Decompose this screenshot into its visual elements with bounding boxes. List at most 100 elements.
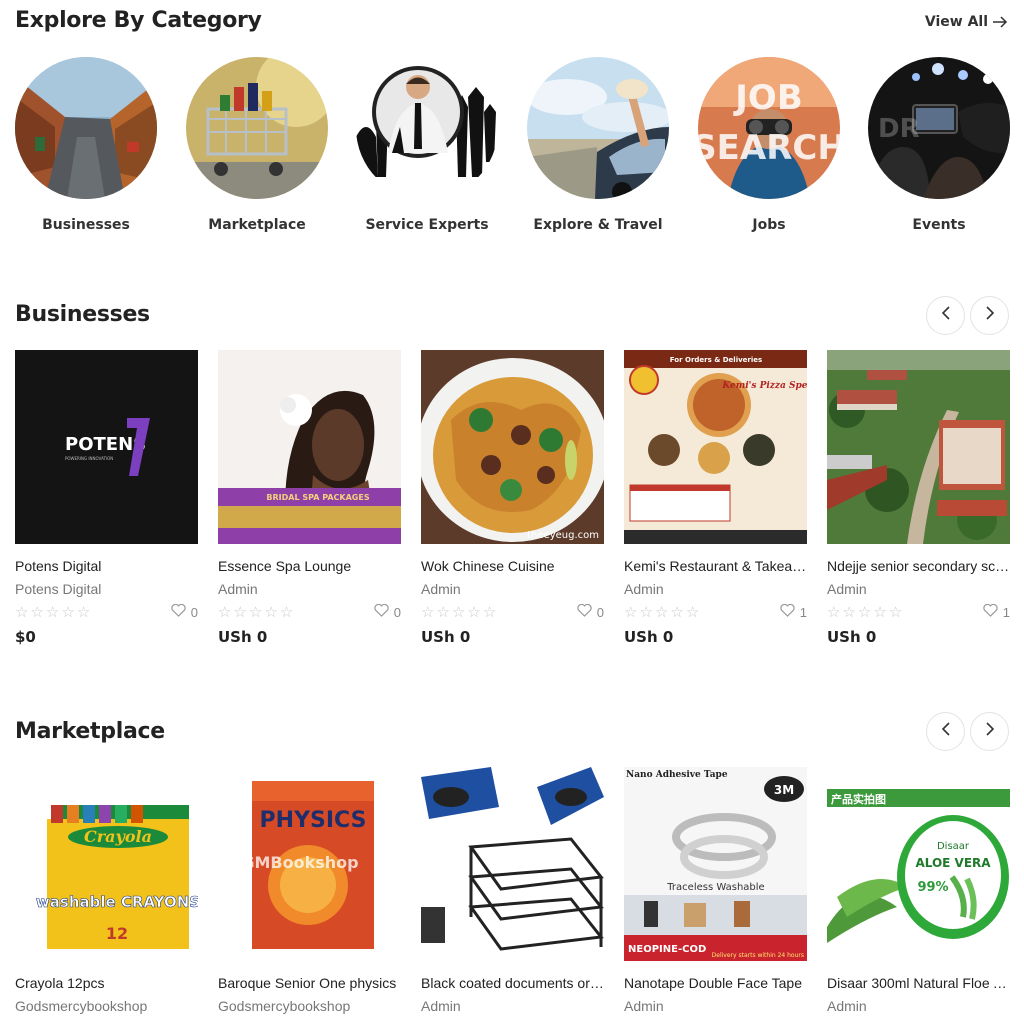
product-seller: Godsmercybookshop bbox=[218, 998, 351, 1014]
like-count: 1 bbox=[1002, 604, 1010, 620]
like-button[interactable]: 1 bbox=[983, 603, 1010, 620]
category-businesses[interactable]: Businesses bbox=[15, 57, 157, 233]
star-icon: ☆ bbox=[279, 602, 294, 621]
marketplace-prev-button[interactable] bbox=[926, 712, 965, 751]
star-icon: ☆ bbox=[827, 602, 841, 621]
category-image: DR bbox=[868, 57, 1010, 199]
star-icon: ☆ bbox=[639, 602, 653, 621]
chevron-right-icon bbox=[985, 306, 995, 325]
product-card: PHYSICS GMBookshop Baroque Senior One ph… bbox=[218, 767, 401, 1014]
star-icon: ☆ bbox=[233, 602, 247, 621]
svg-text:POWERING INNOVATION: POWERING INNOVATION bbox=[65, 456, 113, 461]
business-title[interactable]: Essence Spa Lounge bbox=[218, 558, 401, 574]
business-image[interactable] bbox=[827, 350, 1010, 544]
like-button[interactable]: 0 bbox=[374, 603, 401, 620]
category-service-experts[interactable]: Service Experts bbox=[356, 57, 498, 233]
category-label: Marketplace bbox=[208, 217, 306, 233]
business-image[interactable]: For Orders & Deliveries Kemi's Pizza Spe… bbox=[624, 350, 807, 544]
business-price: $0 bbox=[15, 628, 36, 646]
product-image[interactable]: 产品实拍图 Disaar ALOE VERA 99% bbox=[827, 767, 1010, 961]
like-button[interactable]: 0 bbox=[577, 603, 604, 620]
like-count: 0 bbox=[393, 604, 401, 620]
star-icon: ☆ bbox=[436, 602, 450, 621]
star-icon: ☆ bbox=[467, 602, 481, 621]
business-image[interactable]: POTENS POWERING INNOVATION bbox=[15, 350, 198, 544]
like-button[interactable]: 0 bbox=[171, 603, 198, 620]
rating-stars: ☆ ☆ ☆ ☆ ☆ bbox=[827, 602, 903, 621]
svg-text:DR: DR bbox=[878, 114, 920, 144]
product-card: Nano Adhesive Tape 3M Traceless Washable… bbox=[624, 767, 807, 1014]
star-icon: ☆ bbox=[451, 602, 466, 621]
businesses-prev-button[interactable] bbox=[926, 296, 965, 335]
business-card: theeyeug.com Wok Chinese Cuisine Admin ☆… bbox=[421, 350, 604, 646]
product-seller: Admin bbox=[827, 998, 867, 1014]
star-icon: ☆ bbox=[873, 602, 887, 621]
business-card: For Orders & Deliveries Kemi's Pizza Spe… bbox=[624, 350, 807, 646]
chevron-left-icon bbox=[941, 722, 951, 741]
business-author: Admin bbox=[421, 581, 461, 597]
star-icon: ☆ bbox=[15, 602, 29, 621]
product-image[interactable]: PHYSICS GMBookshop bbox=[218, 767, 401, 961]
star-icon: ☆ bbox=[482, 602, 497, 621]
like-button[interactable]: 1 bbox=[780, 603, 807, 620]
business-price: USh 0 bbox=[218, 628, 268, 646]
star-icon: ☆ bbox=[857, 602, 872, 621]
category-image bbox=[15, 57, 157, 199]
product-image[interactable] bbox=[421, 767, 604, 961]
category-jobs[interactable]: JOB SEARCH Jobs bbox=[698, 57, 840, 233]
heart-icon bbox=[374, 603, 389, 620]
star-icon: ☆ bbox=[842, 602, 856, 621]
business-author: Admin bbox=[827, 581, 867, 597]
star-icon: ☆ bbox=[30, 602, 44, 621]
marketplace-carousel-nav bbox=[926, 712, 1009, 751]
rating-stars: ☆ ☆ ☆ ☆ ☆ bbox=[421, 602, 497, 621]
chevron-left-icon bbox=[941, 306, 951, 325]
product-title[interactable]: Crayola 12pcs bbox=[15, 975, 198, 991]
view-all-link[interactable]: View All bbox=[925, 14, 1008, 30]
business-author: Admin bbox=[624, 581, 664, 597]
business-title[interactable]: Kemi's Restaurant & Takeaway bbox=[624, 558, 807, 574]
category-explore-travel[interactable]: Explore & Travel bbox=[527, 57, 669, 233]
product-image[interactable]: Crayola washable CRAYONS 12 bbox=[15, 767, 198, 961]
product-title[interactable]: Baroque Senior One physics bbox=[218, 975, 401, 991]
nanotape-footer-sub: Delivery starts within 24 hours bbox=[712, 952, 804, 959]
star-icon: ☆ bbox=[888, 602, 903, 621]
business-author: Admin bbox=[218, 581, 258, 597]
category-events[interactable]: DR Events bbox=[868, 57, 1010, 233]
category-label: Businesses bbox=[42, 217, 130, 233]
category-label: Events bbox=[912, 217, 966, 233]
product-image[interactable]: Nano Adhesive Tape 3M Traceless Washable… bbox=[624, 767, 807, 961]
star-icon: ☆ bbox=[670, 602, 684, 621]
category-image bbox=[527, 57, 669, 199]
product-title[interactable]: Black coated documents organizer bbox=[421, 975, 604, 991]
jobs-image-text-1: JOB bbox=[733, 78, 802, 118]
heart-icon bbox=[780, 603, 795, 620]
rating-stars: ☆ ☆ ☆ ☆ ☆ bbox=[15, 602, 91, 621]
business-title[interactable]: Ndejje senior secondary school bbox=[827, 558, 1010, 574]
like-count: 1 bbox=[799, 604, 807, 620]
business-image[interactable]: BRIDAL SPA PACKAGES bbox=[218, 350, 401, 544]
heart-icon bbox=[983, 603, 998, 620]
business-card: Ndejje senior secondary school Admin ☆ ☆ ☆… bbox=[827, 350, 1010, 646]
category-marketplace[interactable]: Marketplace bbox=[186, 57, 328, 233]
product-title[interactable]: Disaar 300ml Natural Floe Aloe Vera bbox=[827, 975, 1010, 991]
product-title[interactable]: Nanotape Double Face Tape bbox=[624, 975, 807, 991]
star-icon: ☆ bbox=[264, 602, 278, 621]
marketplace-next-button[interactable] bbox=[970, 712, 1009, 751]
product-card: Black coated documents organizer Admin bbox=[421, 767, 604, 1014]
business-price: USh 0 bbox=[421, 628, 471, 646]
category-image bbox=[356, 57, 498, 199]
category-list: Businesses Marketplace Service Experts E… bbox=[15, 57, 1010, 237]
product-seller: Admin bbox=[421, 998, 461, 1014]
businesses-next-button[interactable] bbox=[970, 296, 1009, 335]
arrow-right-icon bbox=[992, 16, 1008, 28]
nanotape-badge: 3M bbox=[774, 783, 794, 797]
star-icon: ☆ bbox=[624, 602, 638, 621]
business-title[interactable]: Wok Chinese Cuisine bbox=[421, 558, 604, 574]
business-card: BRIDAL SPA PACKAGES Essence Spa Lounge A… bbox=[218, 350, 401, 646]
jobs-image-text-2: SEARCH bbox=[698, 128, 840, 168]
business-image[interactable]: theeyeug.com bbox=[421, 350, 604, 544]
category-label: Service Experts bbox=[365, 217, 489, 233]
business-title[interactable]: Potens Digital bbox=[15, 558, 198, 574]
star-icon: ☆ bbox=[76, 602, 91, 621]
